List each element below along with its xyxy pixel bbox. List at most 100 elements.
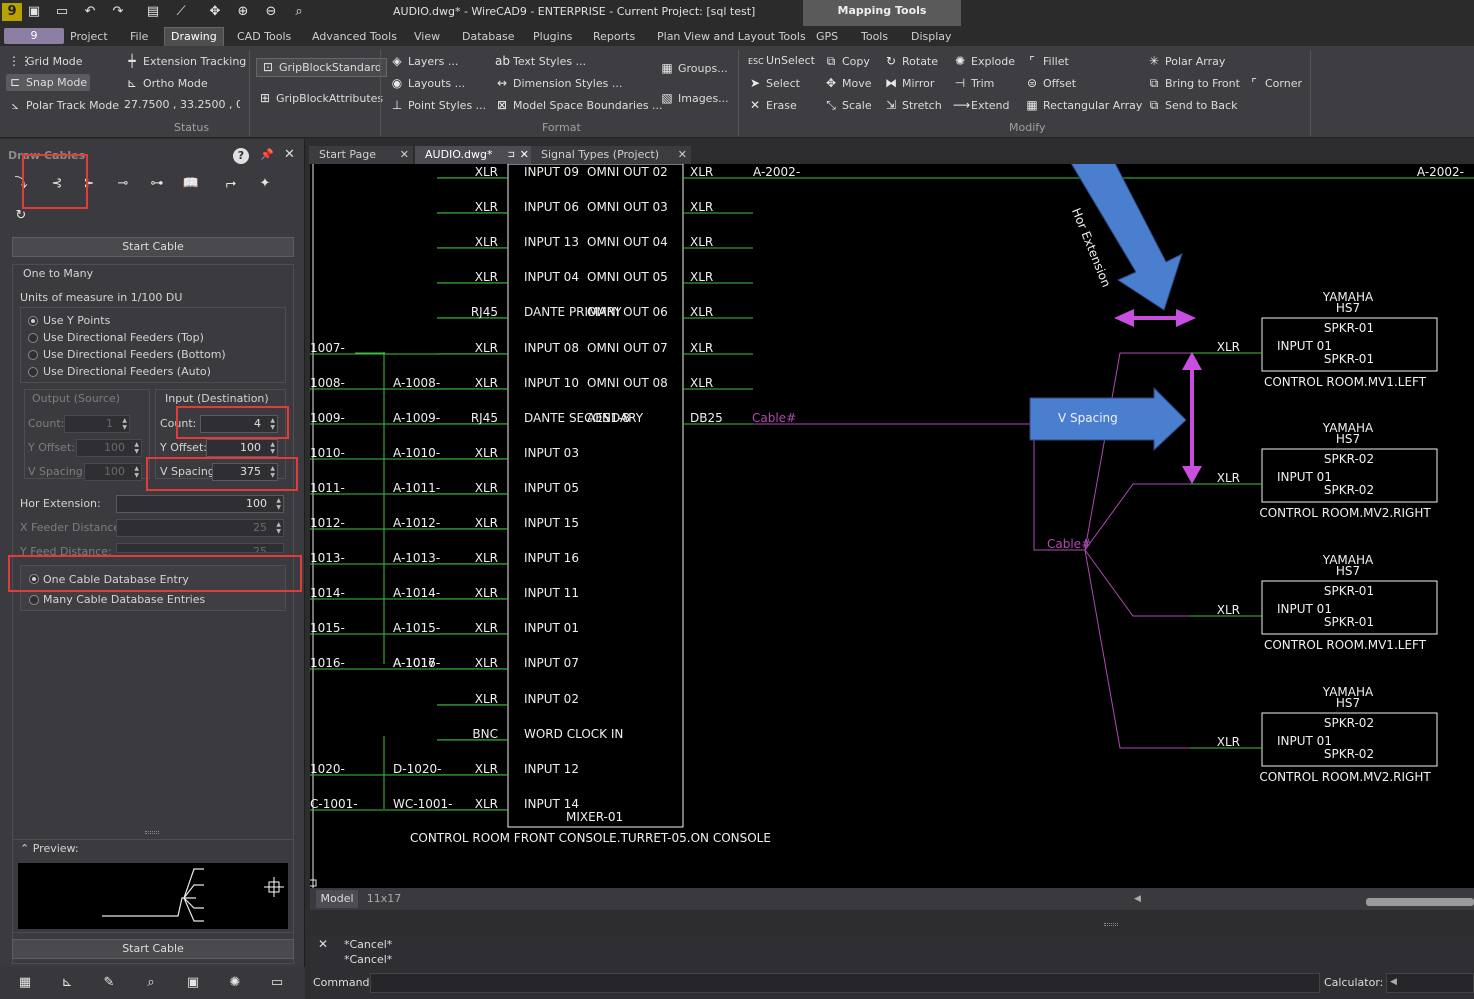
close-command-icon[interactable]: ✕ <box>318 937 328 951</box>
point-styles-button[interactable]: ⊥ Point Styles ... <box>390 97 486 114</box>
close-tab-icon[interactable]: ✕ <box>520 146 529 164</box>
pan-icon[interactable]: ✥ <box>205 3 225 21</box>
spinner-icon[interactable]: ▲ ▼ <box>122 417 127 431</box>
offset-button[interactable]: ⊜ Offset <box>1025 75 1076 92</box>
gear-icon[interactable]: ✺ <box>224 972 246 994</box>
tab-display[interactable]: Display <box>911 30 952 43</box>
tab-database[interactable]: Database <box>462 30 515 43</box>
snap-mode-button[interactable]: ⊏ Snap Mode <box>6 74 91 91</box>
mirror-button[interactable]: ⧓ Mirror <box>884 75 934 92</box>
extend-button[interactable]: ⟶Extend <box>953 97 1010 114</box>
splitter-grip[interactable] <box>1104 923 1118 926</box>
application-menu-button[interactable]: 9 <box>4 28 64 44</box>
grip-block-standard-button[interactable]: ⊡ GripBlockStandard <box>256 58 387 77</box>
trim-button[interactable]: ⊣ Trim <box>953 75 995 92</box>
tab-audio-dwg[interactable]: AUDIO.dwg* ⊐ ✕ <box>415 146 533 164</box>
out-yoffset-input[interactable]: 100 ▲ ▼ <box>76 439 142 457</box>
tab-view[interactable]: View <box>414 30 440 43</box>
spinner-icon[interactable]: ▲ ▼ <box>134 465 139 479</box>
grid-mode-button[interactable]: ⋮⋮Grid Mode <box>8 53 83 70</box>
splitter-grip[interactable] <box>145 831 159 834</box>
in-yoffset-input[interactable]: 100 ▲ ▼ <box>206 439 278 457</box>
tab-drawing[interactable]: Drawing <box>164 27 224 46</box>
save-icon[interactable]: ▣ <box>24 3 44 21</box>
dimension-styles-button[interactable]: ↔ Dimension Styles ... <box>495 75 622 92</box>
erase-button[interactable]: ✕ Erase <box>748 97 797 114</box>
tab-model[interactable]: Model <box>316 890 358 908</box>
start-cable-bottom-button[interactable]: Start Cable <box>12 939 294 959</box>
pin-tab-icon[interactable]: ⊐ <box>507 146 515 164</box>
zoom-window-icon[interactable]: ⌕ <box>289 3 309 21</box>
app-logo-icon[interactable]: 9 <box>2 3 22 21</box>
spinner-icon[interactable]: ▲ ▼ <box>134 441 139 455</box>
cable-tool-icon[interactable]: ⊾ <box>56 972 78 994</box>
zoom-out-icon[interactable]: ⊖ <box>261 3 281 21</box>
tab-tools[interactable]: Tools <box>861 30 888 43</box>
grip-block-attributes-button[interactable]: ⊞ GripBlockAttributes <box>258 90 383 107</box>
tab-reports[interactable]: Reports <box>593 30 635 43</box>
bird-icon[interactable]: ✦ <box>254 173 276 195</box>
polar-track-button[interactable]: ⦣ Polar Track Mode <box>8 97 120 114</box>
spinner-icon[interactable]: ▲ ▼ <box>276 497 281 511</box>
select-button[interactable]: ➤ Select <box>748 75 800 92</box>
horizontal-scrollbar[interactable] <box>1366 898 1474 906</box>
feeders-auto-radio[interactable] <box>28 367 38 377</box>
search-icon[interactable]: ⌕ <box>140 972 162 994</box>
layouts-button[interactable]: ◉ Layouts ... <box>390 75 465 92</box>
tab-gps[interactable]: GPS <box>816 30 838 43</box>
feeders-bottom-radio[interactable] <box>28 350 38 360</box>
y-feed-input[interactable]: 25 <box>116 543 284 553</box>
edit-icon[interactable]: ✎ <box>98 972 120 994</box>
feeders-top-radio[interactable] <box>28 333 38 343</box>
tab-project[interactable]: Project <box>70 30 108 43</box>
out-vspacing-input[interactable]: 100 ▲ ▼ <box>84 463 142 481</box>
cable-mid-icon[interactable]: ⊶ <box>146 173 168 195</box>
tab-11x17[interactable]: 11x17 <box>362 890 406 908</box>
fillet-button[interactable]: ⌜ Fillet <box>1025 53 1069 70</box>
tab-signal-types[interactable]: Signal Types (Project) ✕ <box>531 146 691 164</box>
collapse-icon[interactable]: ⌃ <box>20 842 33 855</box>
scale-button[interactable]: ⤡ Scale <box>824 97 871 114</box>
rectangular-array-button[interactable]: ▦ Rectangular Array <box>1025 97 1142 114</box>
undo-icon[interactable]: ↶ <box>80 3 100 21</box>
model-space-boundaries-button[interactable]: ⊠ Model Space Boundaries ... <box>495 97 663 114</box>
open-folder-icon[interactable]: ▭ <box>52 3 72 21</box>
tab-plan-view[interactable]: Plan View and Layout Tools <box>657 30 806 43</box>
use-y-points-radio[interactable] <box>28 316 38 326</box>
tab-plugins[interactable]: Plugins <box>533 30 572 43</box>
calculator-input[interactable]: ◀ <box>1386 973 1474 993</box>
tab-file[interactable]: File <box>130 30 148 43</box>
tab-cad-tools[interactable]: CAD Tools <box>237 30 291 43</box>
report-icon[interactable]: ▣ <box>182 972 204 994</box>
spinner-icon[interactable]: ▲ ▼ <box>270 441 275 455</box>
polar-array-button[interactable]: ✳ Polar Array <box>1147 53 1225 70</box>
ortho-mode-button[interactable]: ⊾ Ortho Mode <box>125 75 208 92</box>
pin-icon[interactable]: 📌 <box>260 148 274 161</box>
close-panel-icon[interactable]: ✕ <box>284 147 295 162</box>
measure-icon[interactable]: ⟋ <box>171 3 191 21</box>
drawing-canvas[interactable]: A-2002- A-2002- XLR INPUT 09 OMNI OUT 02 XLR X… <box>310 164 1474 888</box>
move-button[interactable]: ✥ Move <box>824 75 872 92</box>
grid-view-icon[interactable]: ▦ <box>14 972 36 994</box>
rotate-button[interactable]: ↻ Rotate <box>884 53 938 70</box>
groups-button[interactable]: ▦ Groups... <box>660 60 727 77</box>
images-button[interactable]: ▧ Images... <box>660 90 728 107</box>
zoom-in-icon[interactable]: ⊕ <box>233 3 253 21</box>
copy-button[interactable]: ⧉ Copy <box>824 53 870 70</box>
folder-icon[interactable]: ▭ <box>266 972 288 994</box>
send-to-back-button[interactable]: ⧉ Send to Back <box>1147 97 1238 114</box>
hor-extension-input[interactable]: 100 ▲ ▼ <box>116 495 284 513</box>
close-tab-icon[interactable]: ✕ <box>678 146 687 164</box>
book-icon[interactable]: 📖 <box>180 173 202 195</box>
unselect-button[interactable]: ESC UnSelect <box>748 53 815 70</box>
route-icon[interactable]: ⮣ <box>220 173 242 195</box>
corner-button[interactable]: ⌜ Corner <box>1247 75 1302 92</box>
close-tab-icon[interactable]: ✕ <box>400 146 409 164</box>
stretch-button[interactable]: ⇲ Stretch <box>884 97 942 114</box>
layers-button[interactable]: ◈ Layers ... <box>390 53 458 70</box>
help-icon[interactable]: ? <box>233 148 249 164</box>
text-styles-button[interactable]: ab Text Styles ... <box>495 53 586 70</box>
extension-tracking-button[interactable]: ┿ Extension Tracking <box>125 53 246 70</box>
tab-advanced-tools[interactable]: Advanced Tools <box>312 30 397 43</box>
mapping-tools-tab[interactable]: Mapping Tools <box>803 0 961 26</box>
